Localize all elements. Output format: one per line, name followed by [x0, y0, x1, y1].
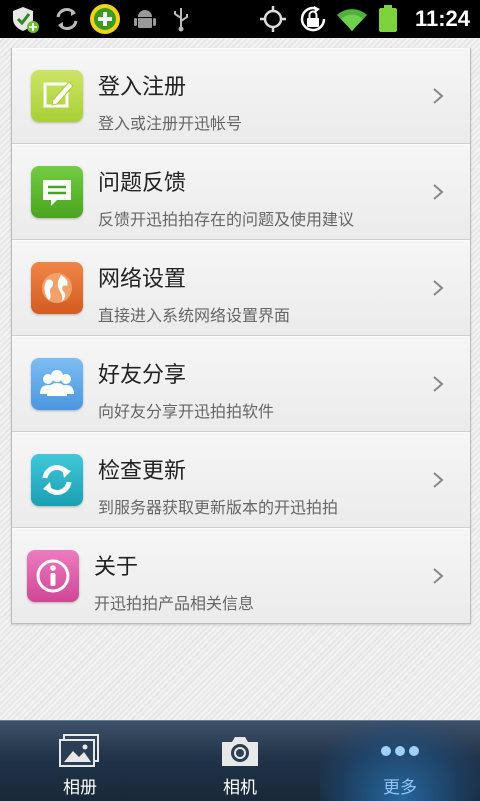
camera-icon	[222, 737, 258, 766]
settings-menu: 登入注册 登入或注册开迅帐号 问题反馈 反馈开迅拍拍存在的问题及使用建议 网络设…	[11, 48, 471, 624]
usb-icon	[174, 8, 188, 32]
album-icon	[59, 734, 99, 767]
tab-label: 相册	[63, 778, 97, 798]
tab-camera[interactable]: 相机	[160, 721, 320, 801]
item-title: 关于	[94, 555, 139, 580]
tab-more[interactable]: 更多	[320, 721, 480, 801]
item-subtitle: 到服务器获取更新版本的开迅拍拍	[98, 498, 339, 517]
menu-item-update[interactable]: 检查更新 到服务器获取更新版本的开迅拍拍	[12, 432, 470, 528]
more-icon	[381, 746, 419, 756]
item-subtitle: 登入或注册开迅帐号	[98, 114, 243, 133]
content-area: 登入注册 登入或注册开迅帐号 问题反馈 反馈开迅拍拍存在的问题及使用建议 网络设…	[0, 38, 480, 720]
chevron-right-icon	[433, 280, 444, 296]
item-subtitle: 直接进入系统网络设置界面	[98, 306, 291, 325]
plus-badge-icon	[90, 4, 120, 34]
chevron-right-icon	[433, 472, 444, 488]
item-subtitle: 向好友分享开迅拍拍软件	[98, 402, 275, 421]
bottom-navigation: 相册 相机 更多	[0, 720, 480, 801]
wifi-icon	[337, 9, 367, 31]
chevron-right-icon	[433, 184, 444, 200]
menu-item-about[interactable]: 关于 开迅拍拍产品相关信息	[12, 528, 470, 623]
battery-icon	[379, 5, 397, 32]
globe-icon	[31, 262, 83, 314]
refresh-icon	[31, 454, 83, 506]
tab-album[interactable]: 相册	[0, 721, 160, 801]
menu-item-feedback[interactable]: 问题反馈 反馈开迅拍拍存在的问题及使用建议	[12, 144, 470, 240]
friends-icon	[31, 358, 83, 410]
tab-label: 更多	[383, 778, 417, 798]
tab-label: 相机	[223, 778, 257, 798]
menu-item-share[interactable]: 好友分享 向好友分享开迅拍拍软件	[12, 336, 470, 432]
item-title: 网络设置	[98, 267, 187, 292]
clock: 11:24	[414, 6, 470, 31]
status-bar: 11:24	[0, 0, 480, 38]
message-icon	[31, 166, 83, 218]
chevron-right-icon	[433, 376, 444, 392]
item-title: 检查更新	[98, 459, 187, 484]
menu-item-login[interactable]: 登入注册 登入或注册开迅帐号	[12, 48, 470, 144]
item-subtitle: 开迅拍拍产品相关信息	[94, 594, 255, 613]
chevron-right-icon	[433, 568, 444, 584]
sync-icon	[56, 8, 78, 30]
shield-add-icon	[13, 7, 39, 33]
android-icon	[134, 10, 156, 28]
item-title: 登入注册	[98, 75, 187, 100]
gps-icon	[260, 6, 286, 32]
item-title: 问题反馈	[98, 171, 187, 196]
item-title: 好友分享	[98, 363, 187, 388]
edit-icon	[31, 70, 83, 122]
chevron-right-icon	[433, 88, 444, 104]
rotation-lock-icon	[300, 6, 326, 32]
info-icon	[27, 550, 79, 602]
menu-item-network[interactable]: 网络设置 直接进入系统网络设置界面	[12, 240, 470, 336]
item-subtitle: 反馈开迅拍拍存在的问题及使用建议	[98, 210, 355, 229]
